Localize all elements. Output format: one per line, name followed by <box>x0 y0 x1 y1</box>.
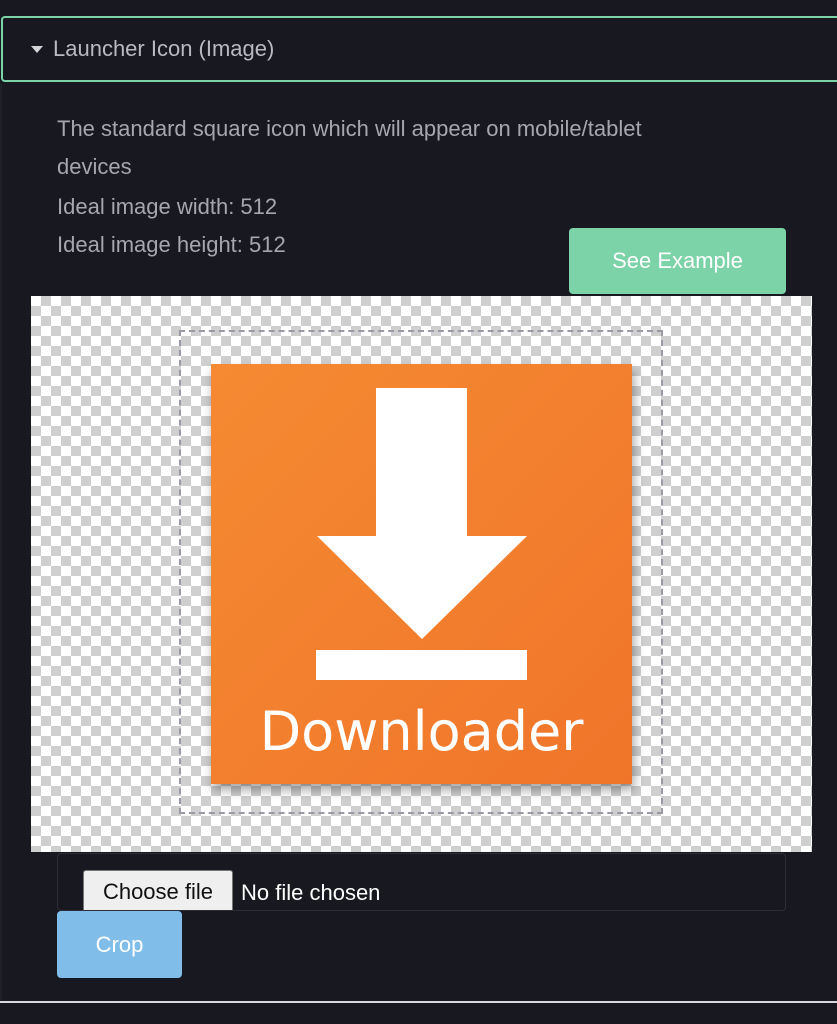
crop-button[interactable]: Crop <box>57 911 182 978</box>
panel-left-border <box>0 84 2 1000</box>
file-status-text: No file chosen <box>241 880 381 905</box>
caret-down-icon <box>31 45 43 53</box>
accordion-title: Launcher Icon (Image) <box>53 36 275 61</box>
image-crop-area[interactable]: Downloader <box>31 296 812 852</box>
see-example-button[interactable]: See Example <box>569 228 786 294</box>
file-input[interactable]: Choose file No file chosen <box>57 853 786 911</box>
choose-file-button[interactable]: Choose file <box>83 870 233 910</box>
section-divider <box>0 1001 837 1003</box>
description-line-2: devices <box>57 154 132 179</box>
crop-selection-box[interactable] <box>179 330 663 814</box>
ideal-height-text: Ideal image height: 512 <box>57 232 286 257</box>
accordion-header-launcher-icon[interactable]: Launcher Icon (Image) <box>1 16 837 82</box>
top-strip <box>0 0 837 14</box>
launcher-icon-panel: Launcher Icon (Image) The standard squar… <box>0 0 837 1024</box>
description-line-1: The standard square icon which will appe… <box>57 116 642 141</box>
ideal-width-text: Ideal image width: 512 <box>57 194 278 219</box>
